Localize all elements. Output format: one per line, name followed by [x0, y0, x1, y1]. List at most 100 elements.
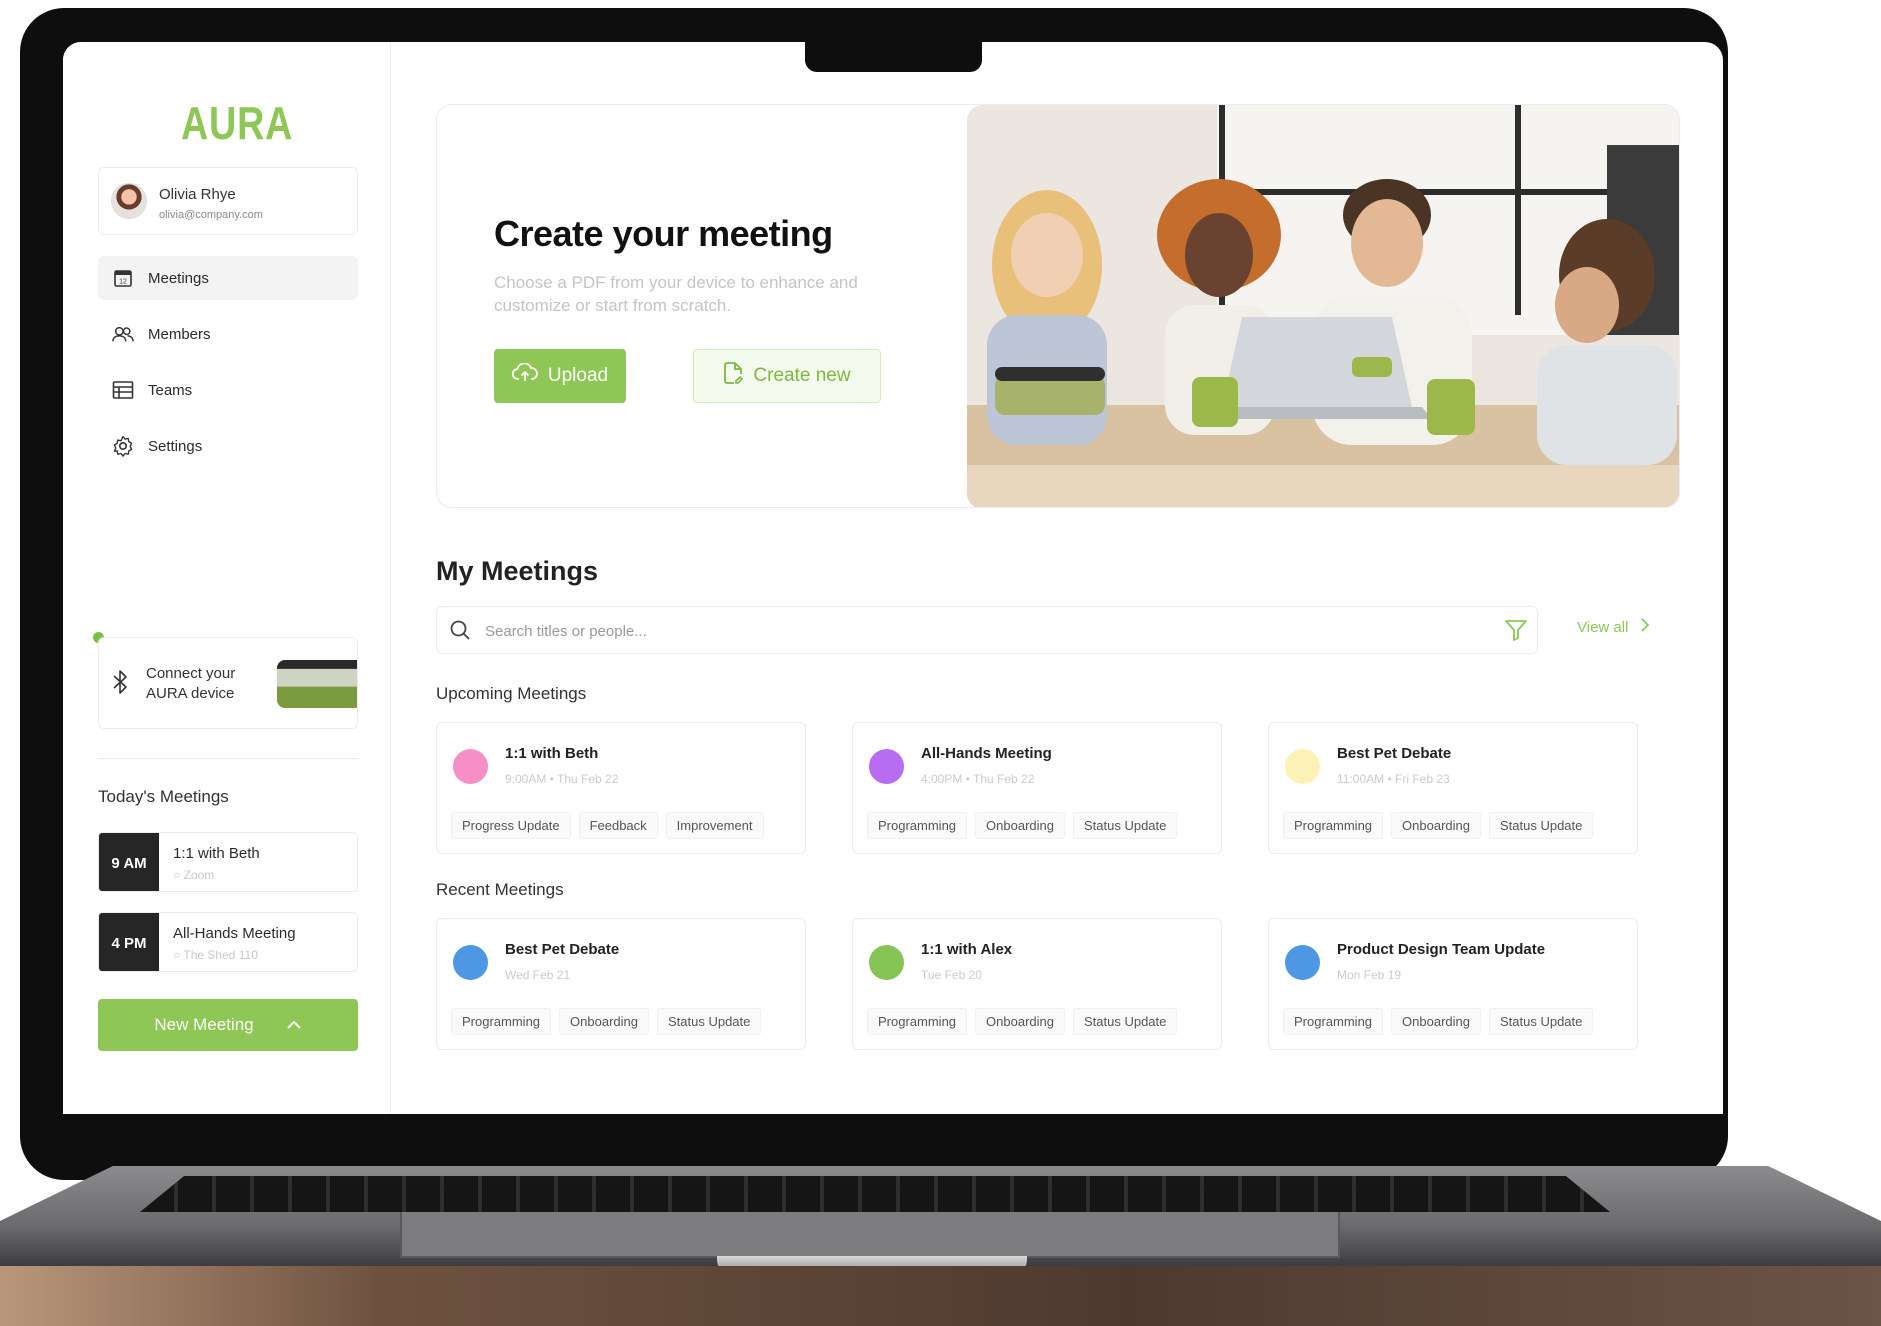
today-meeting-time: 9 AM [99, 833, 159, 891]
meeting-title: All-Hands Meeting [921, 745, 1052, 762]
today-meeting-name: 1:1 with Beth [173, 845, 260, 862]
meeting-tag: Onboarding [975, 812, 1065, 839]
meeting-tag: Improvement [665, 812, 764, 839]
meeting-title: 1:1 with Beth [505, 745, 599, 762]
chevron-up-icon [286, 1015, 302, 1035]
meeting-card[interactable]: Best Pet Debate 11:00AM • Fri Feb 23 Pro… [1268, 722, 1638, 854]
sidebar-item-label: Meetings [148, 269, 209, 287]
meeting-time: Wed Feb 21 [505, 968, 571, 982]
laptop-lid: AURA Olivia Rhye olivia@company.com 12 M… [20, 8, 1728, 1180]
hero-title: Create your meeting [494, 213, 833, 254]
my-meetings-title: My Meetings [436, 556, 599, 586]
upload-button[interactable]: Upload [494, 349, 626, 403]
new-meeting-button[interactable]: New Meeting [98, 999, 358, 1051]
create-new-label: Create new [753, 365, 851, 386]
meeting-tags: Programming Onboarding Status Update [867, 1008, 1178, 1035]
profile-name: Olivia Rhye [159, 186, 236, 203]
meeting-tag: Feedback [578, 812, 658, 839]
today-meeting-location: ○ The Shed 110 [173, 948, 258, 962]
meeting-title: Best Pet Debate [1337, 745, 1452, 762]
table-icon [112, 379, 134, 401]
meeting-tag: Programming [1283, 1008, 1384, 1035]
hero-subtitle: Choose a PDF from your device to enhance… [494, 273, 858, 315]
meeting-tag: Status Update [656, 1008, 762, 1035]
create-new-button[interactable]: Create new [693, 349, 881, 403]
meeting-tags: Programming Onboarding Status Update [867, 812, 1178, 839]
gear-icon [112, 435, 134, 457]
today-meeting-item[interactable]: 9 AM 1:1 with Beth ○ Zoom [98, 832, 358, 892]
meeting-tag: Status Update [1488, 812, 1594, 839]
meeting-title: 1:1 with Alex [921, 941, 1013, 958]
app-logo: AURA [181, 97, 294, 149]
sidebar: AURA Olivia Rhye olivia@company.com 12 M… [63, 42, 391, 1114]
meeting-tag: Onboarding [975, 1008, 1065, 1035]
meeting-tags: Programming Onboarding Status Update [1283, 812, 1594, 839]
meeting-search[interactable] [436, 606, 1538, 654]
meeting-tag: Programming [1283, 812, 1384, 839]
meeting-color-dot [1285, 945, 1320, 980]
keyboard [140, 1176, 1610, 1212]
cloud-upload-icon [511, 362, 538, 389]
view-all-link[interactable]: View all [1577, 618, 1650, 636]
meeting-tag: Programming [867, 1008, 968, 1035]
upcoming-meetings-title: Upcoming Meetings [436, 684, 587, 703]
bluetooth-icon [111, 668, 129, 701]
sidebar-item-settings[interactable]: Settings [98, 424, 358, 468]
meeting-tag: Programming [451, 1008, 552, 1035]
device-label: Connect your AURA device [146, 665, 236, 702]
meeting-card[interactable]: 1:1 with Alex Tue Feb 20 Programming Onb… [852, 918, 1222, 1050]
avatar [111, 183, 147, 219]
meeting-tags: Programming Onboarding Status Update [1283, 1008, 1594, 1035]
svg-text:12: 12 [119, 279, 127, 286]
today-meeting-name: All-Hands Meeting [173, 925, 296, 942]
today-meeting-item[interactable]: 4 PM All-Hands Meeting ○ The Shed 110 [98, 912, 358, 972]
meeting-card[interactable]: Product Design Team Update Mon Feb 19 Pr… [1268, 918, 1638, 1050]
sidebar-item-members[interactable]: Members [98, 312, 358, 356]
aura-device-image [277, 660, 357, 708]
meeting-tag: Programming [867, 812, 968, 839]
trackpad [400, 1212, 1340, 1258]
team-meeting-photo [967, 105, 1679, 507]
upload-label: Upload [547, 365, 609, 386]
meeting-color-dot [1285, 749, 1320, 784]
profile-email: olivia@company.com [159, 209, 263, 221]
meeting-color-dot [869, 945, 904, 980]
desk-surface [0, 1266, 1881, 1326]
meeting-title: Best Pet Debate [505, 941, 620, 958]
meeting-card[interactable]: 1:1 with Beth 9:00AM • Thu Feb 22 Progre… [436, 722, 806, 854]
location-pin-icon: ○ [173, 948, 181, 962]
meeting-card[interactable]: All-Hands Meeting 4:00PM • Thu Feb 22 Pr… [852, 722, 1222, 854]
search-icon [449, 619, 471, 646]
meeting-tag: Status Update [1072, 1008, 1178, 1035]
meeting-time: Tue Feb 20 [921, 968, 982, 982]
meeting-tag: Onboarding [1391, 812, 1481, 839]
meeting-card[interactable]: Best Pet Debate Wed Feb 21 Programming O… [436, 918, 806, 1050]
meeting-time: 11:00AM • Fri Feb 23 [1337, 772, 1450, 786]
meeting-time: Mon Feb 19 [1337, 968, 1402, 982]
today-meeting-time: 4 PM [99, 913, 159, 971]
meeting-time: 4:00PM • Thu Feb 22 [921, 772, 1035, 786]
calendar-icon: 12 [112, 267, 134, 289]
filter-icon[interactable] [1504, 619, 1528, 646]
profile-card[interactable]: Olivia Rhye olivia@company.com [98, 167, 358, 235]
meeting-title: Product Design Team Update [1337, 941, 1546, 958]
camera-notch [805, 36, 982, 72]
new-meeting-label: New Meeting [154, 1015, 254, 1034]
connect-device-card[interactable]: Connect your AURA device [98, 637, 358, 729]
search-input[interactable] [485, 617, 1385, 645]
sidebar-item-label: Settings [148, 437, 203, 455]
meeting-tag: Status Update [1072, 812, 1178, 839]
todays-meetings-title: Today's Meetings [98, 787, 229, 806]
divider [98, 758, 358, 759]
app-screen: AURA Olivia Rhye olivia@company.com 12 M… [63, 42, 1723, 1114]
sidebar-item-label: Members [148, 325, 211, 343]
meeting-color-dot [869, 749, 904, 784]
members-icon [112, 323, 134, 345]
meeting-tags: Progress Update Feedback Improvement [451, 812, 764, 839]
sidebar-item-teams[interactable]: Teams [98, 368, 358, 412]
sidebar-item-meetings[interactable]: 12 Meetings [98, 256, 358, 300]
meeting-color-dot [453, 749, 488, 784]
meeting-color-dot [453, 945, 488, 980]
meeting-tags: Programming Onboarding Status Update [451, 1008, 762, 1035]
meeting-tag: Onboarding [559, 1008, 649, 1035]
